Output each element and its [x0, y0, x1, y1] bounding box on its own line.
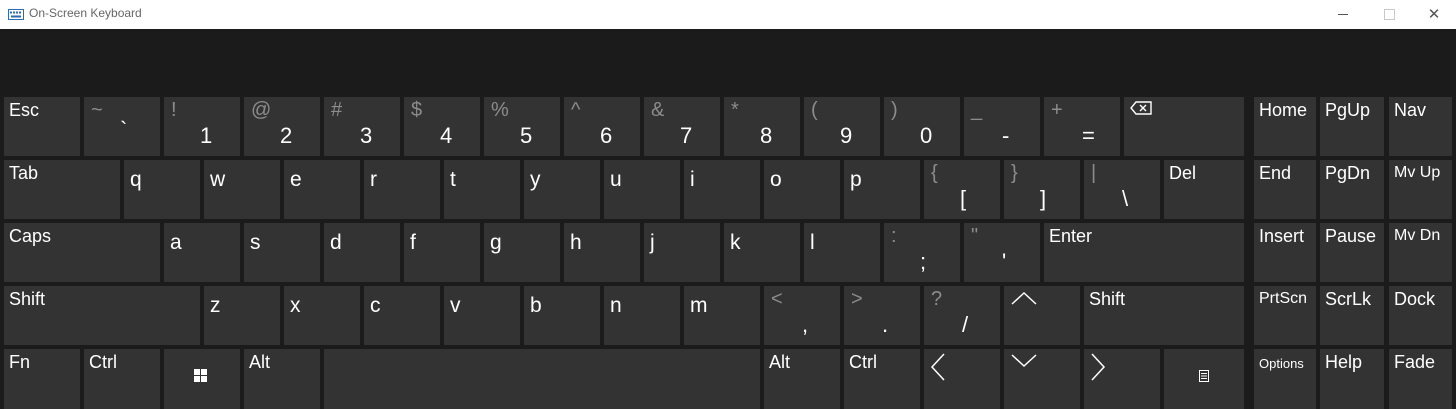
key-n[interactable]: n [604, 286, 680, 345]
minimize-icon [1338, 14, 1348, 15]
arrow-down-icon [1011, 354, 1037, 368]
arrow-left-icon [930, 353, 945, 381]
key-tab[interactable]: Tab [4, 160, 120, 219]
title-bar: On-Screen Keyboard ✕ [0, 0, 1456, 29]
key-pgdn[interactable]: PgDn [1320, 160, 1384, 219]
key-y[interactable]: y [524, 160, 600, 219]
key-i[interactable]: i [684, 160, 760, 219]
key-k[interactable]: k [724, 223, 800, 282]
key-d[interactable]: d [324, 223, 400, 282]
key-right-bracket[interactable]: }] [1004, 160, 1080, 219]
key-j[interactable]: j [644, 223, 720, 282]
key-insert[interactable]: Insert [1254, 223, 1316, 282]
key-9[interactable]: (9 [804, 97, 880, 156]
key-options[interactable]: Options [1254, 349, 1316, 409]
key-help[interactable]: Help [1320, 349, 1384, 409]
key-pause[interactable]: Pause [1320, 223, 1384, 282]
key-fade[interactable]: Fade [1389, 349, 1452, 409]
key-2[interactable]: @2 [244, 97, 320, 156]
key-ctrl-left[interactable]: Ctrl [84, 349, 160, 409]
key-nav[interactable]: Nav [1389, 97, 1452, 156]
key-arrow-up[interactable] [1004, 286, 1080, 345]
key-dock[interactable]: Dock [1389, 286, 1452, 345]
key-q[interactable]: q [124, 160, 200, 219]
key-fn[interactable]: Fn [4, 349, 80, 409]
key-e[interactable]: e [284, 160, 360, 219]
key-m[interactable]: m [684, 286, 760, 345]
key-s[interactable]: s [244, 223, 320, 282]
key-backspace[interactable] [1124, 97, 1244, 156]
key-o[interactable]: o [764, 160, 840, 219]
key-mv-up[interactable]: Mv Up [1389, 160, 1452, 219]
key-g[interactable]: g [484, 223, 560, 282]
key-1[interactable]: ! 1 [164, 97, 240, 156]
key-left-bracket[interactable]: {[ [924, 160, 1000, 219]
key-arrow-right[interactable] [1084, 349, 1160, 409]
windows-logo-icon [194, 369, 207, 382]
key-p[interactable]: p [844, 160, 920, 219]
key-a[interactable]: a [164, 223, 240, 282]
key-8[interactable]: * 8 [724, 97, 800, 156]
context-menu-icon [1199, 370, 1209, 382]
key-h[interactable]: h [564, 223, 640, 282]
minimize-button[interactable] [1320, 0, 1366, 29]
key-arrow-left[interactable] [924, 349, 1000, 409]
key-f[interactable]: f [404, 223, 480, 282]
key-alt-left[interactable]: Alt [244, 349, 320, 409]
key-x[interactable]: x [284, 286, 360, 345]
key-del[interactable]: Del [1164, 160, 1244, 219]
key-equals[interactable]: + = [1044, 97, 1120, 156]
keyboard-icon [8, 9, 24, 20]
key-caps[interactable]: Caps [4, 223, 160, 282]
key-u[interactable]: u [604, 160, 680, 219]
key-ctrl-right[interactable]: Ctrl [844, 349, 920, 409]
key-windows[interactable] [164, 349, 240, 409]
key-backslash[interactable]: | \ [1084, 160, 1160, 219]
key-comma[interactable]: <, [764, 286, 840, 345]
key-space[interactable] [324, 349, 760, 409]
key-minus[interactable]: _ - [964, 97, 1040, 156]
key-t[interactable]: t [444, 160, 520, 219]
key-l[interactable]: l [804, 223, 880, 282]
arrow-right-icon [1091, 353, 1106, 381]
key-v[interactable]: v [444, 286, 520, 345]
key-shift-left[interactable]: Shift [4, 286, 200, 345]
backspace-icon [1130, 101, 1152, 115]
key-r[interactable]: r [364, 160, 440, 219]
key-shift-right[interactable]: Shift [1084, 286, 1244, 345]
key-semicolon[interactable]: :; [884, 223, 960, 282]
close-button[interactable]: ✕ [1411, 0, 1456, 29]
key-quote[interactable]: " ' [964, 223, 1040, 282]
key-5[interactable]: % 5 [484, 97, 560, 156]
maximize-icon [1383, 9, 1395, 20]
key-end[interactable]: End [1254, 160, 1316, 219]
key-arrow-down[interactable] [1004, 349, 1080, 409]
key-3[interactable]: #3 [324, 97, 400, 156]
key-esc[interactable]: Esc [4, 97, 80, 156]
key-backtick[interactable]: ~ ` [84, 97, 160, 156]
arrow-up-icon [1011, 291, 1037, 305]
maximize-button[interactable] [1366, 0, 1412, 29]
key-mv-dn[interactable]: Mv Dn [1389, 223, 1452, 282]
key-z[interactable]: z [204, 286, 280, 345]
key-alt-right[interactable]: Alt [764, 349, 840, 409]
key-period[interactable]: >. [844, 286, 920, 345]
key-6[interactable]: ^ 6 [564, 97, 640, 156]
key-pgup[interactable]: PgUp [1320, 97, 1384, 156]
key-0[interactable]: ) 0 [884, 97, 960, 156]
key-prtscn[interactable]: PrtScn [1254, 286, 1316, 345]
close-icon: ✕ [1427, 6, 1441, 23]
key-enter[interactable]: Enter [1044, 223, 1244, 282]
window-title: On-Screen Keyboard [29, 6, 142, 20]
key-4[interactable]: $4 [404, 97, 480, 156]
key-7[interactable]: & 7 [644, 97, 720, 156]
key-slash[interactable]: ? / [924, 286, 1000, 345]
key-w[interactable]: w [204, 160, 280, 219]
key-context-menu[interactable] [1164, 349, 1244, 409]
key-c[interactable]: c [364, 286, 440, 345]
key-scrlk[interactable]: ScrLk [1320, 286, 1384, 345]
key-b[interactable]: b [524, 286, 600, 345]
key-home[interactable]: Home [1254, 97, 1316, 156]
